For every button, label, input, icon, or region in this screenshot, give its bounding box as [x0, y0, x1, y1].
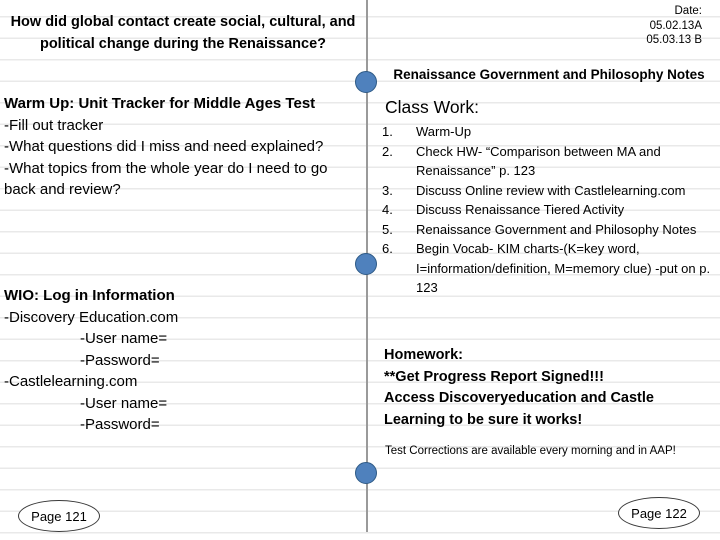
warm-up-heading: Warm Up: Unit Tracker for Middle Ages Te… — [4, 95, 316, 112]
class-work-item-text: Renaissance Government and Philosophy No… — [416, 221, 697, 237]
class-work-item-number: 5. — [382, 221, 393, 237]
homework-block: Homework: **Get Progress Report Signed!!… — [384, 345, 718, 431]
warm-up-line: -What topics from the whole year do I ne… — [4, 159, 328, 199]
class-work-item-number: 2. — [382, 143, 393, 159]
wio-line: -Castlelearning.com — [4, 373, 138, 390]
notes-title: Renaissance Government and Philosophy No… — [393, 67, 705, 82]
class-work-item: 6. Begin Vocab- KIM charts-(K=key word, … — [382, 239, 718, 298]
class-work-item: 5. Renaissance Government and Philosophy… — [382, 220, 718, 240]
wio-block: WIO: Log in Information -Discovery Educa… — [4, 285, 360, 436]
wio-line: -Password= — [80, 351, 160, 369]
wio-line: -Discovery Education.com — [4, 308, 179, 326]
class-work-item-text: Warm-Up — [416, 124, 472, 139]
class-work-item-number: 1. — [382, 124, 393, 139]
warm-up-block: Warm Up: Unit Tracker for Middle Ages Te… — [4, 93, 360, 201]
class-work-item-text: Begin Vocab- KIM charts-(K=key word, I=i… — [416, 241, 711, 295]
homework-heading-colon: : — [458, 347, 463, 363]
class-work-list: 1. Warm-Up 2. Check HW- “Comparison betw… — [382, 122, 718, 298]
homework-line: **Get Progress Report Signed!!! — [384, 368, 604, 385]
class-work-item-number: 3. — [382, 182, 393, 198]
class-work-heading: Class Work: — [385, 97, 479, 117]
homework-heading-row: Homework: — [384, 345, 718, 367]
essential-question-title: How did global contact create social, cu… — [10, 14, 356, 52]
wio-line: -User name= — [80, 330, 168, 347]
class-work-item: 1. Warm-Up — [382, 122, 718, 142]
class-work-item-text: Check HW- “Comparison between MA and Ren… — [416, 143, 661, 179]
wio-line: -User name= — [80, 394, 168, 412]
date-block: Date: 05.02.13A 05.03.13 B — [646, 4, 702, 48]
class-work-item: 4. Discuss Renaissance Tiered Activity — [382, 200, 718, 220]
page-number-badge-right: Page 122 — [618, 497, 700, 529]
warm-up-line: -What questions did I miss and need expl… — [4, 138, 324, 155]
homework-heading: Homework — [384, 347, 459, 363]
class-work-item-number: 4. — [382, 202, 393, 217]
class-work-item: 2. Check HW- “Comparison between MA and … — [382, 142, 718, 181]
left-column: How did global contact create social, cu… — [0, 0, 362, 540]
date-value-a: 05.02.13A — [649, 19, 702, 32]
wio-heading: WIO: Log in Information — [4, 287, 175, 304]
right-column: Date: 05.02.13A 05.03.13 B Renaissance G… — [368, 0, 720, 540]
class-work-item-text: Discuss Online review with Castlelearnin… — [416, 182, 686, 198]
date-label: Date: — [674, 5, 703, 17]
slide-canvas: How did global contact create social, cu… — [0, 0, 720, 540]
class-work-item: 3. Discuss Online review with Castlelear… — [382, 181, 718, 201]
test-corrections-note: Test Corrections are available every mor… — [385, 445, 676, 457]
class-work-item-text: Discuss Renaissance Tiered Activity — [416, 202, 625, 217]
homework-line: Access Discoveryeducation and Castle Lea… — [384, 390, 654, 428]
warm-up-line: -Fill out tracker — [4, 116, 104, 134]
class-work-item-number: 6. — [382, 241, 393, 256]
date-value-b: 05.03.13 B — [646, 34, 702, 46]
wio-line: -Password= — [80, 416, 160, 433]
page-number-badge-left: Page 121 — [18, 500, 100, 532]
